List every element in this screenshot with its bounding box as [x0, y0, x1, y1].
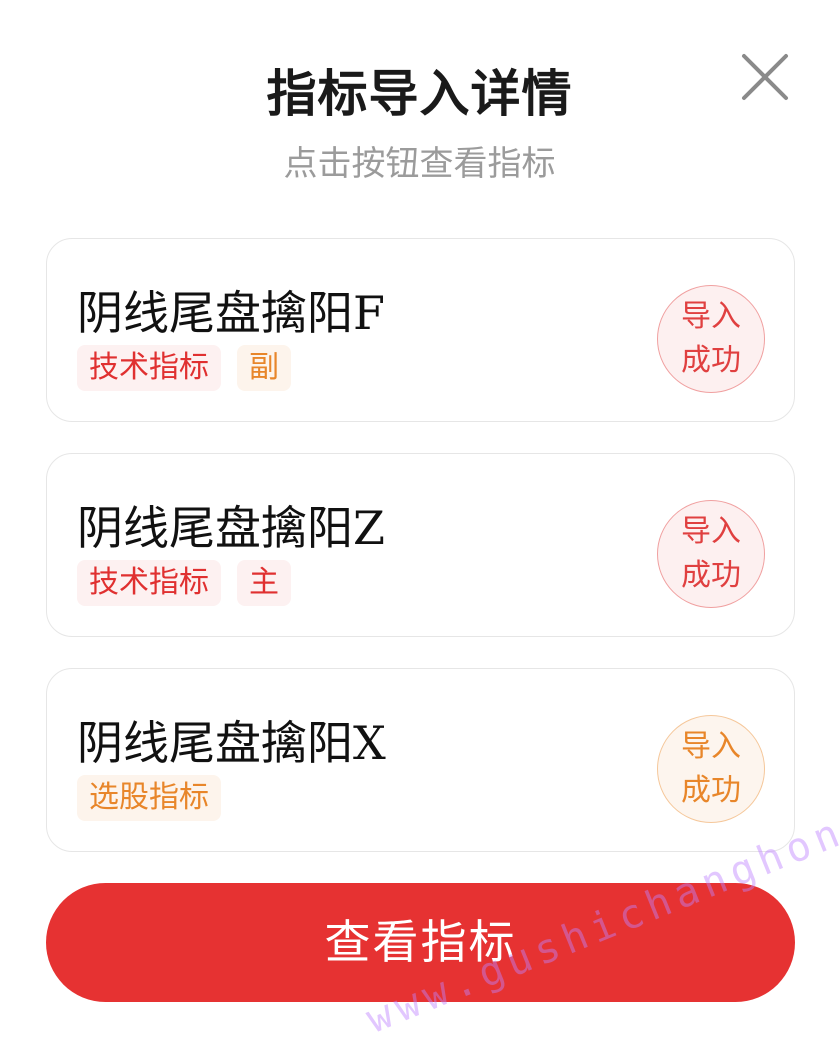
indicator-card: 阴线尾盘擒阳F 技术指标 副 导入 成功: [46, 238, 795, 422]
indicator-type-tag: 选股指标: [77, 775, 221, 821]
indicator-name: 阴线尾盘擒阳Z: [77, 501, 385, 555]
indicator-type-tag: 技术指标: [77, 345, 221, 391]
indicator-tags: 技术指标 主: [77, 560, 291, 606]
dialog-subtitle: 点击按钮查看指标: [283, 144, 556, 184]
stamp-line1: 导入: [681, 299, 741, 334]
indicator-name: 阴线尾盘擒阳F: [77, 286, 385, 340]
view-indicators-button[interactable]: 查看指标: [46, 883, 795, 1002]
indicator-chart-tag: 主: [237, 560, 291, 606]
stamp-line2: 成功: [681, 773, 741, 808]
indicator-card: 阴线尾盘擒阳X 选股指标 导入 成功: [46, 668, 795, 852]
close-icon[interactable]: [738, 50, 792, 104]
indicator-tags: 选股指标: [77, 775, 221, 821]
import-details-dialog: 指标导入详情 点击按钮查看指标 阴线尾盘擒阳F 技术指标 副 导入 成功 阴线尾…: [0, 0, 839, 1048]
import-success-stamp: 导入 成功: [657, 715, 765, 823]
indicator-name: 阴线尾盘擒阳X: [77, 716, 386, 770]
stamp-line1: 导入: [681, 514, 741, 549]
indicator-card: 阴线尾盘擒阳Z 技术指标 主 导入 成功: [46, 453, 795, 637]
stamp-line2: 成功: [681, 343, 741, 378]
indicator-tags: 技术指标 副: [77, 345, 291, 391]
indicator-type-tag: 技术指标: [77, 560, 221, 606]
import-success-stamp: 导入 成功: [657, 500, 765, 608]
import-success-stamp: 导入 成功: [657, 285, 765, 393]
stamp-line2: 成功: [681, 558, 741, 593]
dialog-title: 指标导入详情: [266, 65, 573, 123]
indicator-chart-tag: 副: [237, 345, 291, 391]
stamp-line1: 导入: [681, 729, 741, 764]
